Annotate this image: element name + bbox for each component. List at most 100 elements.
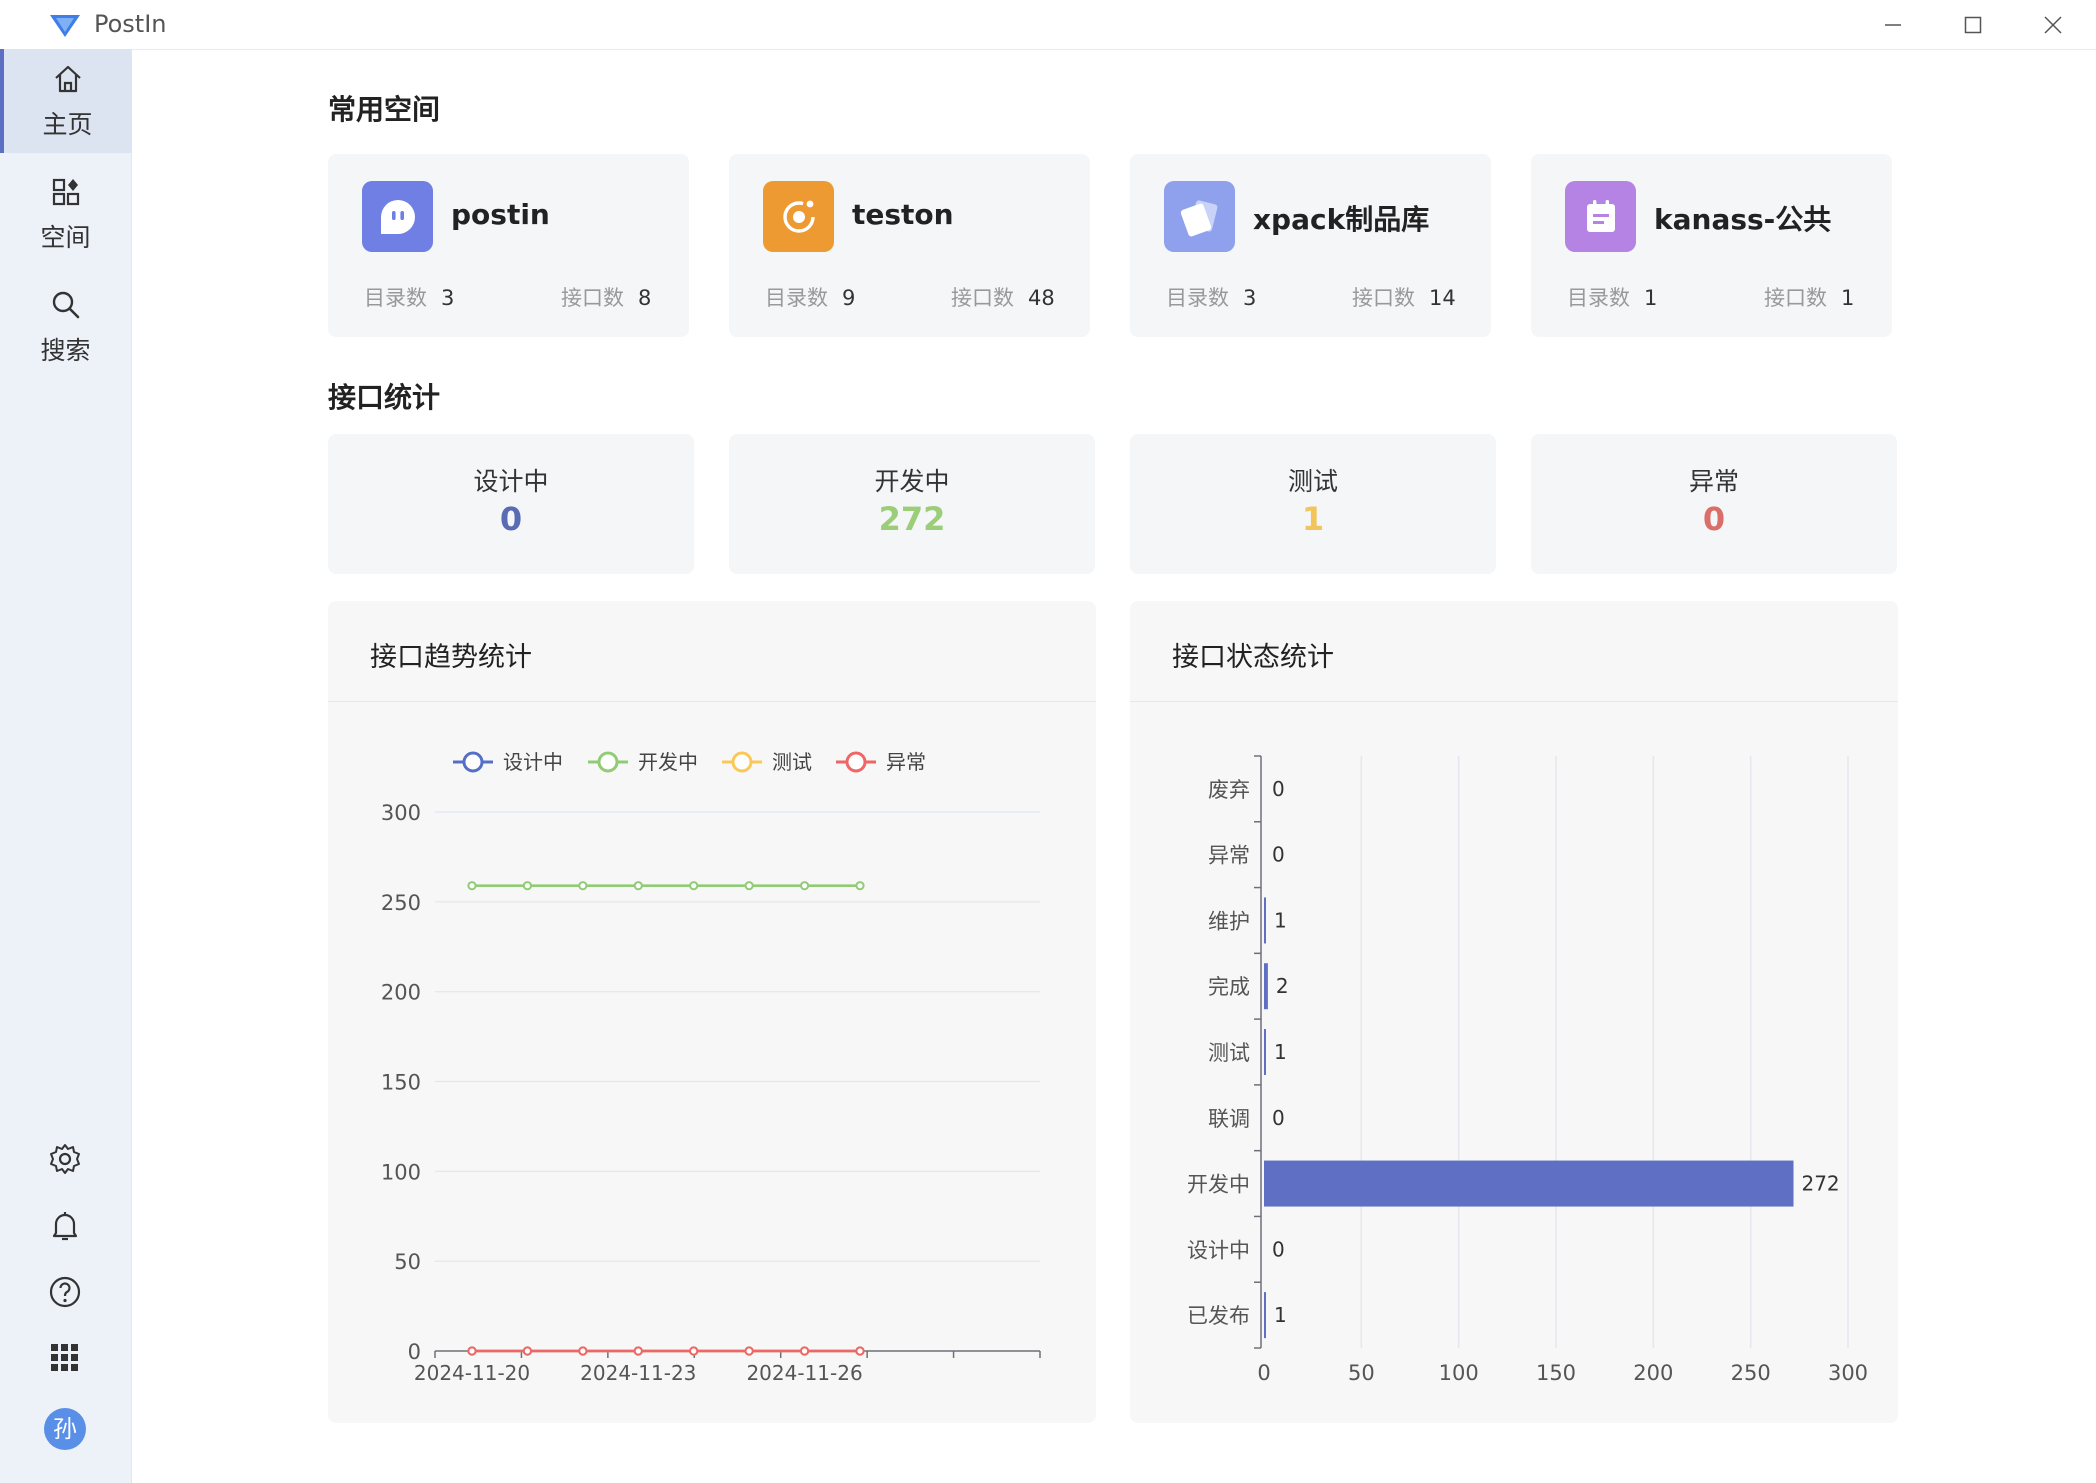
data-point xyxy=(467,1346,477,1356)
title-bar: PostIn xyxy=(0,0,2096,50)
user-avatar[interactable]: 孙 xyxy=(44,1408,86,1450)
trend-line-chart: 0501001502002503002024-11-20 2024-11-23 20… xyxy=(381,750,1041,1385)
legend-marker xyxy=(845,751,867,773)
help-icon[interactable] xyxy=(48,1275,82,1309)
bar-value-label: 0 xyxy=(1272,777,1285,801)
y-category-label: 开发中 xyxy=(1187,1173,1250,1197)
y-category-label: 异常 xyxy=(1208,844,1250,868)
stat-card-developing: 开发中 272 xyxy=(729,434,1095,574)
calendar-icon xyxy=(1586,199,1615,232)
data-point xyxy=(578,881,588,891)
apps-grid-icon[interactable] xyxy=(48,1340,82,1374)
nav-search-label: 搜索 xyxy=(40,336,91,365)
stat-value: 1 xyxy=(1301,500,1325,538)
search-icon xyxy=(52,291,79,319)
data-point xyxy=(633,1346,643,1356)
data-point xyxy=(744,881,754,891)
minimize-icon xyxy=(1885,24,1901,26)
grid-plus-icon xyxy=(52,178,79,206)
x-tick-label: 2024-11-23 xyxy=(580,1361,696,1385)
space-card-kanass[interactable]: kanass-公共 目录数 1 接口数 1 xyxy=(1531,154,1892,337)
data-point xyxy=(855,1346,865,1356)
stat-label: 测试 xyxy=(1287,467,1338,496)
bell-icon[interactable] xyxy=(48,1209,82,1243)
close-button[interactable] xyxy=(2028,8,2078,42)
maximize-icon xyxy=(1964,16,1982,34)
window-title: PostIn xyxy=(94,10,167,38)
data-point xyxy=(855,881,865,891)
stat-card-design: 设计中 0 xyxy=(328,434,694,574)
bar-value-label: 2 xyxy=(1276,974,1289,998)
x-tick-label: 150 xyxy=(1536,1361,1576,1385)
status-bar xyxy=(1264,963,1268,1010)
nav-space[interactable]: 空间 xyxy=(0,162,131,266)
robot-icon xyxy=(380,199,415,234)
y-category-label: 完成 xyxy=(1208,975,1250,999)
maximize-button[interactable] xyxy=(1948,8,1998,42)
data-point xyxy=(578,1346,588,1356)
legend-label: 开发中 xyxy=(638,750,698,774)
y-category-label: 测试 xyxy=(1208,1041,1250,1065)
bar-value-label: 1 xyxy=(1274,1040,1287,1064)
data-point xyxy=(799,1346,810,1356)
bar-value-label: 0 xyxy=(1272,1237,1285,1261)
nav-search[interactable]: 搜索 xyxy=(0,275,131,379)
bar-value-label: 0 xyxy=(1272,843,1285,867)
data-point xyxy=(522,881,533,891)
y-tick-label: 250 xyxy=(381,891,421,915)
x-tick-label: 0 xyxy=(1257,1361,1270,1385)
y-tick-label: 150 xyxy=(381,1071,421,1095)
space-dir-count: 目录数 1 xyxy=(1567,286,1658,310)
space-api-count: 接口数 48 xyxy=(951,286,1055,310)
legend-label: 测试 xyxy=(772,750,812,774)
bar-value-label: 0 xyxy=(1272,1106,1285,1130)
postin-logo-icon xyxy=(50,15,80,37)
stats-section-title: 接口统计 xyxy=(328,381,441,414)
minimize-button[interactable] xyxy=(1868,8,1918,42)
y-category-label: 设计中 xyxy=(1187,1238,1250,1262)
y-category-label: 联调 xyxy=(1208,1107,1250,1131)
status-bar xyxy=(1264,1160,1794,1207)
nav-home-label: 主页 xyxy=(42,110,93,139)
space-dir-count: 目录数 3 xyxy=(364,286,455,310)
data-point xyxy=(522,1346,533,1356)
sidebar: 主页 空间 搜索 xyxy=(0,49,132,1483)
y-tick-label: 100 xyxy=(381,1160,421,1184)
legend-marker xyxy=(597,751,619,773)
nav-space-label: 空间 xyxy=(40,223,91,252)
x-tick-label: 300 xyxy=(1828,1361,1868,1385)
orbit-icon xyxy=(782,200,815,233)
space-dir-count: 目录数 3 xyxy=(1166,286,1257,310)
data-point xyxy=(799,881,810,891)
y-tick-label: 300 xyxy=(381,801,421,825)
space-card-teston[interactable]: teston 目录数 9 接口数 48 xyxy=(729,154,1090,337)
spaces-section-title: 常用空间 xyxy=(328,93,441,126)
status-bar xyxy=(1264,1292,1266,1339)
x-tick-label: 2024-11-20 xyxy=(414,1361,530,1385)
x-tick-label: 100 xyxy=(1439,1361,1479,1385)
bar-value-label: 1 xyxy=(1274,908,1287,932)
stat-label: 开发中 xyxy=(874,467,950,496)
space-icon-xpack xyxy=(1164,181,1235,252)
y-tick-label: 50 xyxy=(394,1250,421,1274)
y-category-label: 废弃 xyxy=(1208,778,1250,802)
space-card-xpack[interactable]: xpack制品库 目录数 3 接口数 14 xyxy=(1130,154,1491,337)
nav-home[interactable]: 主页 xyxy=(0,49,131,153)
data-point xyxy=(689,881,699,891)
status-chart-panel: 接口状态统计 0 50 100 150 200 250 300 废弃 0 异常 0 维护 1 完成 2 测试 1… xyxy=(1130,601,1898,1423)
bar-value-label: 1 xyxy=(1274,1303,1287,1327)
space-api-count: 接口数 14 xyxy=(1352,286,1456,310)
space-name: postin xyxy=(451,198,550,231)
space-card-postin[interactable]: postin 目录数 3 接口数 8 xyxy=(328,154,689,337)
bar-value-label: 272 xyxy=(1801,1172,1839,1196)
space-icon-postin xyxy=(362,181,433,252)
stat-value: 272 xyxy=(878,500,946,538)
space-dir-count: 目录数 9 xyxy=(765,286,856,310)
stat-value: 0 xyxy=(499,500,523,538)
y-category-label: 已发布 xyxy=(1187,1304,1250,1328)
x-tick-label: 50 xyxy=(1348,1361,1375,1385)
stat-label: 异常 xyxy=(1688,467,1739,496)
settings-gear-icon[interactable] xyxy=(48,1142,82,1176)
y-tick-label: 200 xyxy=(381,981,421,1005)
x-tick-label: 200 xyxy=(1633,1361,1673,1385)
